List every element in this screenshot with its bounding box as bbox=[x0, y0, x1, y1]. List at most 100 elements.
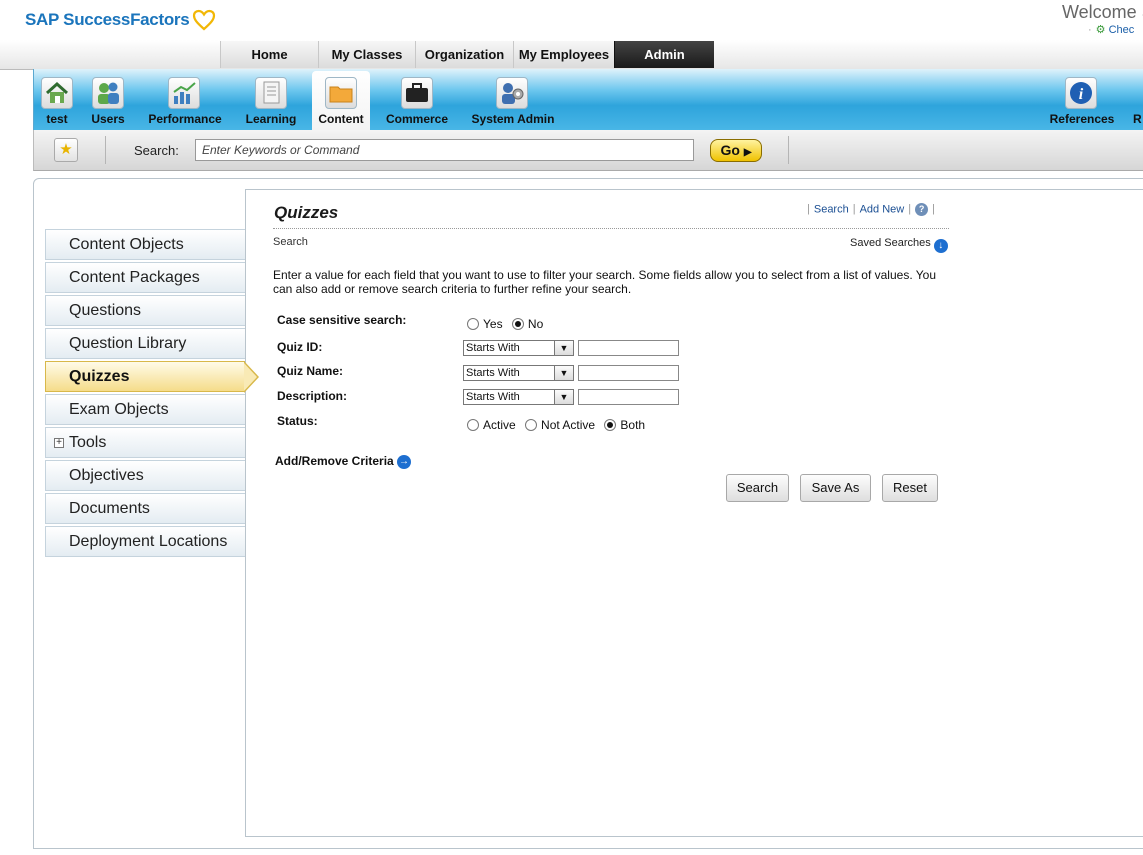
tool-system-admin[interactable]: System Admin bbox=[468, 69, 558, 130]
tool-users-label: Users bbox=[91, 112, 125, 126]
nav-exam-objects[interactable]: Exam Objects bbox=[45, 394, 246, 425]
app-header: SAP SuccessFactors Welcome S ·⚙ Chec bbox=[0, 0, 1143, 42]
description-operator-select[interactable]: Starts With ▼ bbox=[463, 389, 574, 405]
play-arrow-icon: ▶ bbox=[743, 147, 752, 158]
tool-performance-label: Performance bbox=[148, 112, 222, 126]
content-left-nav: Content Objects Content Packages Questio… bbox=[45, 229, 246, 559]
page-title: Quizzes bbox=[274, 203, 339, 222]
radio-no[interactable] bbox=[511, 318, 524, 330]
search-instructions: Enter a value for each field that you wa… bbox=[273, 268, 937, 296]
sap-successfactors-logo[interactable]: SAP SuccessFactors bbox=[25, 9, 216, 31]
quiz-id-input[interactable] bbox=[578, 340, 679, 356]
radio-yes[interactable] bbox=[467, 318, 479, 330]
check-link-label: Chec bbox=[1108, 24, 1135, 36]
radio-active-label: Active bbox=[483, 418, 516, 432]
nav-label: Questions bbox=[69, 302, 142, 319]
tool-references[interactable]: i References bbox=[1047, 69, 1117, 130]
tool-performance[interactable]: Performance bbox=[145, 69, 225, 130]
status-active-option[interactable]: Active bbox=[467, 418, 516, 432]
quiz-id-operator-select[interactable]: Starts With ▼ bbox=[463, 340, 574, 356]
nav-question-library[interactable]: Question Library bbox=[45, 328, 246, 359]
admin-gear-icon bbox=[496, 77, 528, 109]
nav-objectives[interactable]: Objectives bbox=[45, 460, 246, 491]
radio-yes-label: Yes bbox=[483, 317, 503, 331]
search-link[interactable]: Search bbox=[814, 203, 849, 215]
reset-button[interactable]: Reset bbox=[882, 474, 938, 502]
briefcase-icon bbox=[401, 77, 433, 109]
folder-icon bbox=[325, 77, 357, 109]
chart-icon bbox=[168, 77, 200, 109]
tool-commerce[interactable]: Commerce bbox=[382, 69, 452, 130]
go-button-label: Go bbox=[720, 142, 740, 158]
welcome-message: Welcome S bbox=[1062, 2, 1143, 22]
tool-truncated-label: R bbox=[1133, 112, 1142, 126]
command-search-bar: ★ Search: Go ▶ bbox=[33, 130, 1143, 171]
quiz-name-input[interactable] bbox=[578, 365, 679, 381]
radio-both[interactable] bbox=[604, 419, 617, 431]
tool-content[interactable]: Content bbox=[312, 71, 370, 130]
save-as-button[interactable]: Save As bbox=[800, 474, 871, 502]
nav-label: Exam Objects bbox=[69, 401, 169, 418]
add-new-link[interactable]: Add New bbox=[860, 203, 905, 215]
tool-test-label: test bbox=[46, 112, 68, 126]
nav-label: Deployment Locations bbox=[69, 533, 228, 550]
page-action-links: | Search | Add New |? | bbox=[807, 203, 935, 216]
tab-my-classes[interactable]: My Classes bbox=[318, 41, 415, 68]
quiz-name-operator-select[interactable]: Starts With ▼ bbox=[463, 365, 574, 381]
chevron-down-icon: ▼ bbox=[554, 390, 573, 404]
nav-deployment-locations[interactable]: Deployment Locations bbox=[45, 526, 246, 557]
case-no-option[interactable]: No bbox=[511, 317, 543, 331]
tool-test[interactable]: test bbox=[37, 69, 77, 130]
favorites-star-button[interactable]: ★ bbox=[54, 138, 78, 162]
chevron-down-icon: ▼ bbox=[554, 366, 573, 380]
case-yes-option[interactable]: Yes bbox=[467, 317, 503, 331]
nav-tools[interactable]: + Tools bbox=[45, 427, 246, 458]
go-button[interactable]: Go ▶ bbox=[710, 139, 762, 162]
saved-searches-label: Saved Searches bbox=[850, 237, 931, 249]
tab-my-employees[interactable]: My Employees bbox=[513, 41, 614, 68]
case-sensitive-label: Case sensitive search: bbox=[277, 313, 407, 327]
right-arrow-icon: → bbox=[397, 455, 412, 469]
section-label: Search bbox=[273, 236, 308, 248]
tool-learning-label: Learning bbox=[245, 112, 297, 126]
nav-content-objects[interactable]: Content Objects bbox=[45, 229, 246, 260]
tool-system-admin-label: System Admin bbox=[471, 112, 555, 126]
description-input[interactable] bbox=[578, 389, 679, 405]
status-both-option[interactable]: Both bbox=[604, 418, 645, 432]
nav-label: Tools bbox=[69, 434, 107, 451]
command-search-input[interactable] bbox=[195, 139, 694, 161]
quiz-id-label: Quiz ID: bbox=[277, 340, 323, 354]
tab-organization[interactable]: Organization bbox=[415, 41, 513, 68]
description-label: Description: bbox=[277, 389, 348, 403]
saved-searches-link[interactable]: Saved Searches ↓ bbox=[850, 237, 948, 253]
tool-references-label: References bbox=[1049, 112, 1115, 126]
tool-learning[interactable]: Learning bbox=[242, 69, 300, 130]
active-nav-arrow-fill bbox=[244, 363, 257, 391]
add-remove-label: Add/Remove Criteria bbox=[275, 454, 394, 468]
search-button[interactable]: Search bbox=[726, 474, 789, 502]
add-remove-criteria-link[interactable]: Add/Remove Criteria → bbox=[275, 454, 412, 469]
tool-commerce-label: Commerce bbox=[385, 112, 449, 126]
expand-plus-icon[interactable]: + bbox=[54, 438, 64, 448]
nav-documents[interactable]: Documents bbox=[45, 493, 246, 524]
top-nav: Home My Classes Organization My Employee… bbox=[220, 41, 714, 68]
status-not-active-option[interactable]: Not Active bbox=[525, 418, 595, 432]
tab-admin[interactable]: Admin bbox=[614, 41, 714, 68]
radio-not-active[interactable] bbox=[525, 419, 538, 431]
tab-home[interactable]: Home bbox=[220, 41, 318, 68]
nav-label: Documents bbox=[69, 500, 150, 517]
tool-truncated[interactable]: R bbox=[1133, 69, 1143, 130]
tool-users[interactable]: Users bbox=[87, 69, 129, 130]
nav-label: Quizzes bbox=[69, 368, 130, 385]
nav-quizzes[interactable]: Quizzes bbox=[45, 361, 246, 392]
title-divider bbox=[273, 228, 949, 229]
admin-toolbar: test Users Performance Learning Content … bbox=[33, 69, 1143, 130]
nav-questions[interactable]: Questions bbox=[45, 295, 246, 326]
quiz-name-label: Quiz Name: bbox=[277, 364, 344, 378]
radio-active[interactable] bbox=[467, 419, 479, 431]
help-icon[interactable]: ? bbox=[915, 203, 929, 216]
separator bbox=[788, 136, 789, 164]
nav-content-packages[interactable]: Content Packages bbox=[45, 262, 246, 293]
radio-not-active-label: Not Active bbox=[541, 418, 596, 432]
check-link[interactable]: · ⚙ Chec bbox=[1088, 23, 1134, 36]
